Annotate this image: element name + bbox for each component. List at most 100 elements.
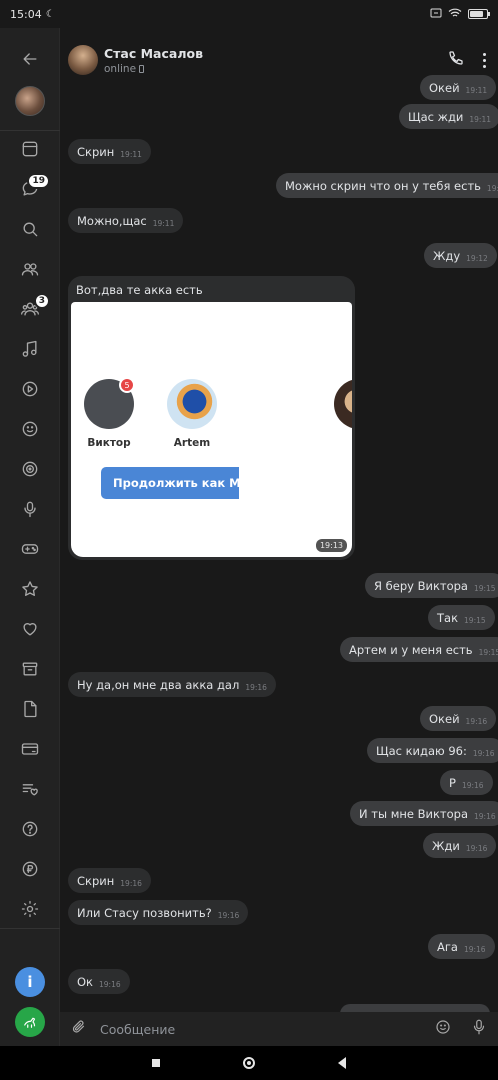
sidebar: 19 3 i xyxy=(0,28,60,1046)
wifi-icon xyxy=(448,8,462,21)
card-icon xyxy=(21,743,39,755)
sidebar-item-games[interactable] xyxy=(10,531,50,567)
message-out[interactable]: Окей 19:11 xyxy=(420,75,497,100)
friends-icon xyxy=(21,263,39,276)
sidebar-item-video[interactable] xyxy=(10,371,50,407)
message-out[interactable]: Артем и у меня есть 19:15 xyxy=(340,637,498,662)
communities-badge: 3 xyxy=(33,293,50,309)
sidebar-item-settings[interactable] xyxy=(10,891,50,927)
account-avatar xyxy=(167,379,217,429)
contact-info[interactable]: Стас Масалов online xyxy=(104,46,203,75)
message-out[interactable]: Р 19:16 xyxy=(440,770,493,795)
avatar xyxy=(15,86,45,116)
photo-time: 19:13 xyxy=(315,539,347,552)
mobile-icon xyxy=(139,64,145,73)
account-avatar xyxy=(334,379,352,429)
paperclip-icon xyxy=(72,1020,85,1033)
microphone-icon xyxy=(473,1019,485,1035)
back-nav-button[interactable] xyxy=(338,1057,347,1069)
sidebar-item-friends[interactable] xyxy=(10,251,50,287)
home-button[interactable] xyxy=(242,1057,255,1069)
star-icon xyxy=(22,581,38,596)
sidebar-item-app[interactable] xyxy=(10,1004,50,1040)
heart-icon xyxy=(23,623,37,636)
photo-message[interactable]: Вот,два те акка есть 5 Виктор Artem С Пр… xyxy=(68,276,355,560)
sidebar-item-music[interactable] xyxy=(10,331,50,367)
search-icon xyxy=(23,222,38,237)
message-out[interactable]: Ага 19:16 xyxy=(428,934,495,959)
account-name: Виктор xyxy=(87,437,131,449)
sidebar-item-wishlist[interactable] xyxy=(10,771,50,807)
do-not-disturb-icon: ☾ xyxy=(45,8,55,20)
archive-icon xyxy=(22,662,38,676)
message-in[interactable]: Можно,щас 19:11 xyxy=(68,208,184,233)
attach-button[interactable] xyxy=(70,1018,88,1040)
target-icon xyxy=(22,461,38,477)
voice-button[interactable] xyxy=(470,1018,488,1040)
message-input[interactable] xyxy=(100,1021,434,1037)
screenshot-attachment[interactable]: 5 Виктор Artem С Продолжить как Мак 19:1… xyxy=(71,302,352,557)
contact-avatar[interactable] xyxy=(68,45,98,75)
message-out[interactable]: Так 19:15 xyxy=(428,605,495,630)
document-icon xyxy=(24,700,37,718)
message-in[interactable]: Скрин 19:16 xyxy=(68,868,151,893)
account-option: 5 Виктор xyxy=(83,377,135,449)
contact-name: Стас Масалов xyxy=(104,45,203,61)
contact-status: online xyxy=(104,63,203,75)
newsfeed-icon xyxy=(22,141,38,157)
profile-avatar-button[interactable] xyxy=(10,83,50,119)
message-out[interactable]: Жди 19:16 xyxy=(423,833,497,858)
sidebar-item-bookmarks[interactable] xyxy=(10,571,50,607)
sidebar-item-news[interactable] xyxy=(10,131,50,167)
message-in[interactable]: Скрин 19:11 xyxy=(68,139,151,164)
arrow-left-icon xyxy=(23,53,37,65)
message-out[interactable]: Щас кидаю 96: 19:16 xyxy=(367,738,498,763)
more-button[interactable] xyxy=(483,52,486,68)
continue-as-button: Продолжить как Мак xyxy=(101,467,239,499)
message-out[interactable]: Жду 19:12 xyxy=(424,243,497,268)
sidebar-item-stickers[interactable] xyxy=(10,411,50,447)
message-in[interactable]: Ок 19:16 xyxy=(68,969,130,994)
sidebar-item-search[interactable] xyxy=(10,211,50,247)
message-out[interactable]: Окей 19:16 xyxy=(420,706,497,731)
sidebar-item-messages[interactable]: 19 xyxy=(10,171,50,207)
gamepad-icon xyxy=(21,544,39,554)
app-logo-icon xyxy=(15,1007,45,1037)
status-text: online xyxy=(104,62,137,75)
message-out[interactable]: И ты мне Виктора 19:16 xyxy=(350,801,498,826)
sidebar-item-communities[interactable]: 3 xyxy=(10,291,50,327)
message-in[interactable]: Или Стасу позвонить? 19:16 xyxy=(68,900,249,925)
notification-badge: 5 xyxy=(119,377,135,393)
sidebar-item-help[interactable] xyxy=(10,811,50,847)
phone-icon xyxy=(449,51,463,65)
back-button[interactable] xyxy=(10,41,50,77)
system-navbar xyxy=(0,1046,498,1080)
gear-icon xyxy=(21,900,39,918)
sidebar-item-likes[interactable] xyxy=(10,611,50,647)
recents-button[interactable] xyxy=(151,1059,160,1067)
account-name: Artem xyxy=(173,437,211,449)
sidebar-item-vk-pay[interactable] xyxy=(10,851,50,887)
status-time: 15:04 xyxy=(10,7,42,21)
message-out[interactable]: Щас жди 19:11 xyxy=(399,104,498,129)
emoji-button[interactable] xyxy=(434,1018,452,1040)
sidebar-item-payments[interactable] xyxy=(10,731,50,767)
sidebar-item-info[interactable]: i xyxy=(10,964,50,1000)
play-icon xyxy=(22,381,38,397)
info-icon: i xyxy=(15,967,45,997)
sidebar-item-stories[interactable] xyxy=(10,451,50,487)
account-option: С xyxy=(333,379,352,449)
help-icon xyxy=(22,821,38,837)
sidebar-item-archive[interactable] xyxy=(10,651,50,687)
message-out[interactable]: Можно скрин что он у тебя есть19:11 xyxy=(276,173,498,198)
message-in[interactable]: Ну да,он мне два акка дал 19:16 xyxy=(68,672,276,697)
list-heart-icon xyxy=(22,784,38,796)
sidebar-item-documents[interactable] xyxy=(10,691,50,727)
battery-icon xyxy=(468,9,490,19)
message-out[interactable]: Я беру Виктора 19:15 xyxy=(365,573,498,598)
sidebar-item-podcasts[interactable] xyxy=(10,491,50,527)
call-button[interactable] xyxy=(447,49,465,71)
messages-badge: 19 xyxy=(27,173,50,189)
ruble-icon xyxy=(22,861,38,877)
message-composer xyxy=(60,1012,498,1046)
